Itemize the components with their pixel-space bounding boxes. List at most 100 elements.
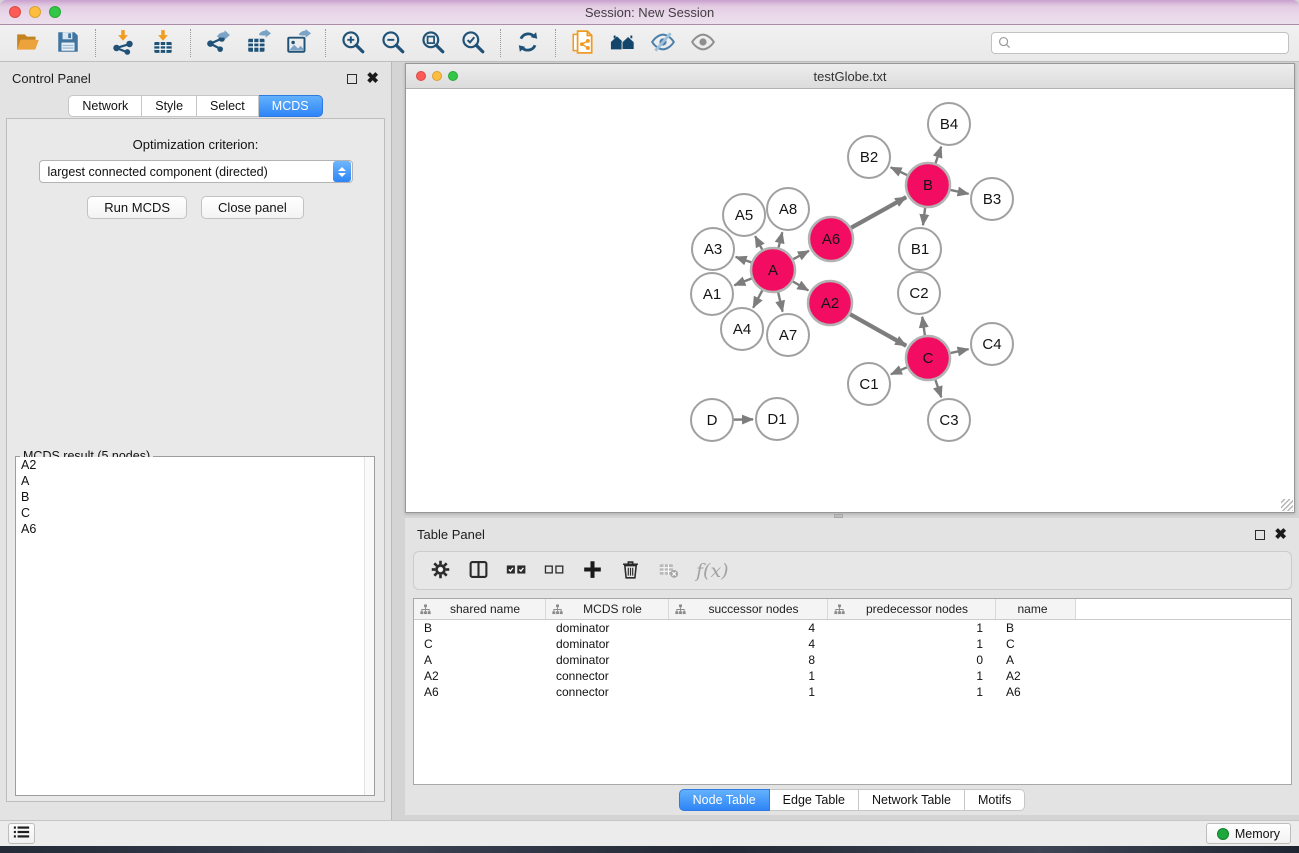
float-panel-icon[interactable]: [347, 74, 357, 84]
column-header-shared-name[interactable]: shared name: [414, 599, 546, 619]
graph-node-A5[interactable]: A5: [723, 194, 765, 236]
result-list-item[interactable]: C: [16, 505, 374, 521]
svg-text:C3: C3: [939, 412, 958, 429]
graph-node-A2[interactable]: A2: [808, 281, 852, 325]
tab-motifs[interactable]: Motifs: [965, 789, 1025, 811]
zoom-out-button[interactable]: [373, 27, 413, 59]
graph-node-B4[interactable]: B4: [928, 103, 970, 145]
hide-panel-button[interactable]: [643, 27, 683, 59]
graph-node-B3[interactable]: B3: [971, 178, 1013, 220]
svg-text:C4: C4: [982, 336, 1001, 353]
network-canvas[interactable]: B4 B2 B B3 A5A8A6 B1 A3 A C2 A1 A2 A4A7 C4 C C1 C3 D D1: [406, 89, 1294, 512]
eye-icon: [690, 29, 716, 58]
result-list-item[interactable]: A6: [16, 521, 374, 537]
criterion-dropdown[interactable]: largest connected component (directed): [39, 160, 353, 183]
graph-node-B2[interactable]: B2: [848, 136, 890, 178]
table-cell: 1: [669, 685, 828, 699]
deselect-all-button[interactable]: [544, 557, 565, 585]
result-scrollbar[interactable]: [364, 457, 374, 795]
tab-style[interactable]: Style: [142, 95, 197, 117]
tab-select[interactable]: Select: [197, 95, 259, 117]
result-list-item[interactable]: B: [16, 489, 374, 505]
show-panel-button[interactable]: [683, 27, 723, 59]
window-resize-grip[interactable]: [1281, 499, 1293, 511]
tab-network-table[interactable]: Network Table: [859, 789, 965, 811]
graph-node-A6[interactable]: A6: [809, 217, 853, 261]
graph-node-C[interactable]: C: [906, 336, 950, 380]
import-table-button[interactable]: [143, 27, 183, 59]
graph-node-D1[interactable]: D1: [756, 398, 798, 440]
table-settings-button[interactable]: [430, 557, 451, 585]
table-row[interactable]: Adominator80A: [414, 652, 1291, 668]
clone-network-icon: [570, 29, 596, 58]
column-header-predecessor-nodes[interactable]: predecessor nodes: [828, 599, 996, 619]
result-list-item[interactable]: A: [16, 473, 374, 489]
home-button[interactable]: [603, 27, 643, 59]
app-title: Session: New Session: [0, 5, 1299, 20]
graph-edge-A2-C[interactable]: [847, 313, 906, 346]
tab-edge-table[interactable]: Edge Table: [770, 789, 859, 811]
column-header-name[interactable]: name: [996, 599, 1076, 619]
network-window-titlebar[interactable]: testGlobe.txt: [406, 64, 1294, 89]
graph-node-C1[interactable]: C1: [848, 363, 890, 405]
table-row[interactable]: Bdominator41B: [414, 620, 1291, 636]
unchecked-boxes-icon: [544, 559, 565, 583]
run-mcds-button[interactable]: Run MCDS: [87, 196, 187, 219]
table-row[interactable]: A6connector11A6: [414, 684, 1291, 700]
tab-node-table[interactable]: Node Table: [679, 789, 770, 811]
graph-node-B[interactable]: B: [906, 163, 950, 207]
refresh-button[interactable]: [508, 27, 548, 59]
search-input[interactable]: [991, 32, 1289, 54]
graph-node-C4[interactable]: C4: [971, 323, 1013, 365]
eye-slash-icon: [650, 29, 676, 58]
graph-node-C3[interactable]: C3: [928, 399, 970, 441]
column-header-successor-nodes[interactable]: successor nodes: [669, 599, 828, 619]
task-history-button[interactable]: [8, 823, 35, 844]
tab-network[interactable]: Network: [68, 95, 142, 117]
close-panel-icon[interactable]: ✖: [366, 74, 379, 84]
result-list-item[interactable]: A2: [16, 457, 374, 473]
float-table-panel-icon[interactable]: [1255, 530, 1265, 540]
column-header-MCDS-role[interactable]: MCDS role: [546, 599, 669, 619]
clone-network-button[interactable]: [563, 27, 603, 59]
table-cell: 4: [669, 637, 828, 651]
graph-node-A4[interactable]: A4: [721, 308, 763, 350]
import-network-button[interactable]: [103, 27, 143, 59]
table-row[interactable]: Cdominator41C: [414, 636, 1291, 652]
export-table-button[interactable]: [238, 27, 278, 59]
open-session-button[interactable]: [8, 27, 48, 59]
zoom-selected-button[interactable]: [453, 27, 493, 59]
show-columns-button[interactable]: [468, 557, 489, 585]
graph-node-B1[interactable]: B1: [899, 228, 941, 270]
graph-node-A8[interactable]: A8: [767, 188, 809, 230]
graph-node-C2[interactable]: C2: [898, 272, 940, 314]
graph-edge-A-A4[interactable]: [753, 288, 764, 308]
select-all-button[interactable]: [506, 557, 527, 585]
zoom-fit-button[interactable]: [413, 27, 453, 59]
table-cell: connector: [546, 669, 669, 683]
table-cell: 0: [828, 653, 996, 667]
memory-button[interactable]: Memory: [1206, 823, 1291, 844]
control-panel: Control Panel ✖ NetworkStyleSelectMCDS O…: [0, 62, 392, 820]
table-row[interactable]: A2connector11A2: [414, 668, 1291, 684]
close-table-panel-icon[interactable]: ✖: [1274, 530, 1287, 540]
graph-edge-A-A7[interactable]: [777, 289, 782, 311]
graph-node-A[interactable]: A: [751, 248, 795, 292]
graph-node-A7[interactable]: A7: [767, 314, 809, 356]
delete-column-button[interactable]: [620, 557, 641, 585]
close-panel-button[interactable]: Close panel: [201, 196, 304, 219]
function-builder-button[interactable]: f(x): [696, 557, 729, 585]
table-cell: B: [414, 621, 546, 635]
tab-mcds[interactable]: MCDS: [259, 95, 323, 117]
export-network-button[interactable]: [198, 27, 238, 59]
graph-node-A1[interactable]: A1: [691, 273, 733, 315]
graph-canvas: B4 B2 B B3 A5A8A6 B1 A3 A C2 A1 A2 A4A7 C4 C C1 C3 D D1: [406, 89, 1294, 512]
delete-table-button[interactable]: [658, 557, 679, 585]
export-image-button[interactable]: [278, 27, 318, 59]
graph-edge-A6-B[interactable]: [848, 197, 906, 229]
add-column-button[interactable]: [582, 557, 603, 585]
graph-node-D[interactable]: D: [691, 399, 733, 441]
graph-node-A3[interactable]: A3: [692, 228, 734, 270]
save-session-button[interactable]: [48, 27, 88, 59]
zoom-in-button[interactable]: [333, 27, 373, 59]
